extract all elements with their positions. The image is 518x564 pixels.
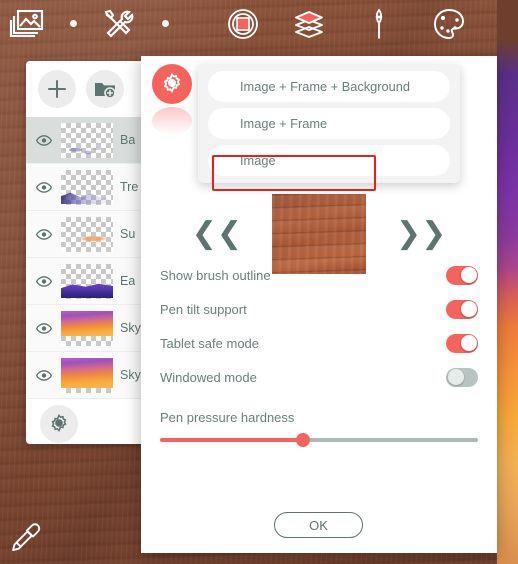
brush-icon[interactable] (356, 0, 402, 47)
carousel-prev-button[interactable]: ❮❮ (192, 219, 242, 249)
export-mode-dropdown[interactable]: Image + Frame + Background Image + Frame… (198, 64, 460, 183)
layer-name: Sky (120, 321, 141, 335)
layer-name: Ba (120, 133, 136, 147)
dropdown-option-image[interactable]: Image (208, 145, 450, 176)
ok-button[interactable]: OK (274, 512, 363, 538)
dot-separator-2 (142, 0, 188, 47)
dropdown-option-label: Image (240, 153, 276, 168)
visibility-eye-icon[interactable] (34, 322, 54, 334)
toggle-pen-tilt-support[interactable] (446, 299, 478, 319)
visibility-eye-icon[interactable] (34, 369, 54, 381)
layer-thumbnail (61, 357, 113, 393)
setting-label: Pen tilt support (160, 301, 247, 317)
visibility-eye-icon[interactable] (34, 181, 54, 193)
layer-name: Ea (120, 274, 136, 288)
carousel-next-button[interactable]: ❯❯ (396, 219, 446, 249)
toggle-tablet-safe-mode[interactable] (446, 333, 478, 353)
settings-options-list: Show brush outline Pen tilt support Tabl… (160, 258, 478, 447)
layer-name: Tre (120, 180, 139, 194)
toggle-windowed-mode[interactable] (446, 367, 478, 387)
slider-fill (160, 438, 304, 442)
setting-row-show-brush-outline: Show brush outline (160, 258, 478, 292)
layer-name: Sky (120, 368, 141, 382)
dropdown-option-label: Image + Frame + Background (240, 79, 411, 94)
setting-row-pen-tilt-support: Pen tilt support (160, 292, 478, 326)
tools-icon[interactable] (96, 0, 142, 47)
slider-label: Pen pressure hardness (160, 410, 295, 425)
setting-row-windowed-mode: Windowed mode (160, 360, 478, 394)
layer-thumbnail (61, 122, 113, 158)
gallery-icon[interactable] (4, 0, 50, 47)
settings-dialog: Image + Frame + Background Image + Frame… (141, 56, 497, 553)
slider-thumb[interactable] (296, 433, 311, 447)
eyedropper-icon[interactable] (8, 521, 42, 562)
palette-icon[interactable] (426, 0, 472, 47)
layers-icon[interactable] (286, 0, 332, 47)
gear-button-reflection (152, 107, 192, 135)
layer-thumbnail (61, 216, 113, 252)
visibility-eye-icon[interactable] (34, 134, 54, 146)
layer-thumbnail (61, 263, 113, 299)
dialog-gear-button[interactable] (152, 64, 192, 104)
color-swatch-icon[interactable] (220, 0, 266, 47)
layer-thumbnail (61, 169, 113, 205)
setting-label: Show brush outline (160, 267, 271, 283)
toggle-show-brush-outline[interactable] (446, 265, 478, 285)
layer-name: Su (120, 227, 136, 241)
pen-pressure-slider[interactable] (160, 433, 478, 447)
visibility-eye-icon[interactable] (34, 228, 54, 240)
add-group-button[interactable] (86, 70, 124, 108)
dropdown-option-image-frame[interactable]: Image + Frame (208, 108, 450, 139)
dropdown-option-label: Image + Frame (240, 116, 328, 131)
top-toolbar (0, 0, 518, 47)
layer-settings-button[interactable] (40, 405, 78, 443)
add-layer-button[interactable] (38, 70, 76, 108)
dot-separator-1 (50, 0, 96, 47)
layer-thumbnail (61, 310, 113, 346)
setting-label: Tablet safe mode (160, 335, 260, 351)
setting-row-tablet-safe-mode: Tablet safe mode (160, 326, 478, 360)
visibility-eye-icon[interactable] (34, 275, 54, 287)
setting-label: Windowed mode (160, 369, 257, 385)
dropdown-option-image-frame-background[interactable]: Image + Frame + Background (208, 71, 450, 102)
